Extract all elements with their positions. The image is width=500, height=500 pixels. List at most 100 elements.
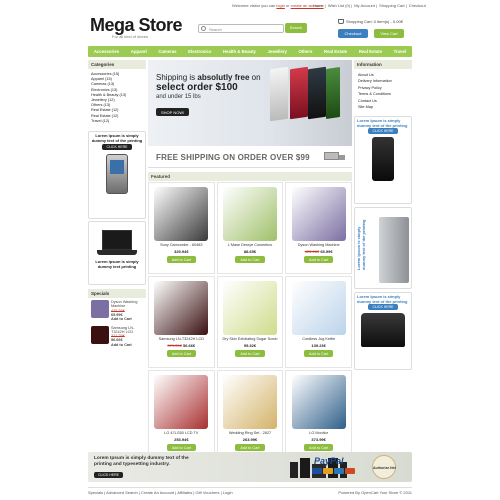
laptop-product-image [270,66,288,122]
nav-item-travel[interactable]: Travel [394,49,406,54]
add-to-cart-button[interactable]: Add to Cart [235,256,265,263]
search-button[interactable]: Search [285,23,307,33]
main-nav: Accessories Apparel Cameras Electronics … [88,46,412,57]
add-to-cart-button[interactable]: Add to Cart [166,350,196,357]
product-image[interactable] [154,375,209,429]
special-name[interactable]: Dyson Washing Machine [111,300,143,309]
product-price: 139.23€ [286,343,351,348]
login-link[interactable]: login [276,3,284,8]
new-price: 253.94€ [174,437,189,442]
store-logo[interactable]: Mega Store [90,15,183,36]
free-shipping-bar: FREE SHIPPING ON ORDER OVER $99 [148,146,352,168]
click-here-button[interactable]: CLICK HERE [368,128,398,135]
old-price: 425.26€ [304,249,320,254]
laptop-product-image [326,67,340,119]
nav-item-accessories[interactable]: Accessories [94,49,119,54]
amex-card-icon [334,468,344,474]
product-name[interactable]: Wedding Ring Set - 2627 [218,431,283,436]
footer-links: Specials | Advanced Search | Create An A… [88,490,233,495]
add-to-cart-link[interactable]: Add to Cart [111,317,143,321]
nav-item-others[interactable]: Others [299,49,313,54]
product-image[interactable] [291,187,346,241]
click-here-button[interactable]: CLICK HERE [368,304,398,311]
nav-item-jewellery[interactable]: Jewellery [268,49,287,54]
add-to-cart-button[interactable]: Add to Cart [304,256,334,263]
product-image[interactable] [222,281,277,335]
product-name[interactable]: L'Mase Desrye Cosmetics [218,243,283,248]
click-here-button[interactable]: CLICK HERE [102,144,132,151]
add-to-cart-button[interactable]: Add to Cart [304,350,334,357]
product-name[interactable]: Dry Skin Exfoliating Sugar Scrub [218,337,283,342]
promo-iphone[interactable]: Lorem Ipsum is simply dummy text of the … [354,116,412,205]
add-to-cart-button[interactable]: Add to Cart [166,444,196,451]
category-item[interactable]: Travel (12) [91,119,143,124]
cart-icon [338,19,344,24]
nav-item-apparel[interactable]: Apparel [131,49,147,54]
product-price: 263.99€ [218,437,283,442]
console-image [361,313,405,348]
footer-link-login[interactable]: Login [223,490,233,495]
add-to-cart-button[interactable]: Add to Cart [235,444,265,451]
footer-link-gift-vouchers[interactable]: Gift Vouchers [196,490,220,495]
product-price: 425.26€ 65.99€ [286,249,351,254]
view-cart-button[interactable]: View Cart [374,29,404,38]
new-price: 65.99€ [320,249,333,254]
shopping-cart-link[interactable]: Shopping Cart [379,3,405,8]
product-image[interactable] [291,375,346,429]
bottom-banner[interactable]: Lorem Ipsum is simply dummy text of the … [88,452,412,482]
product-name[interactable]: Dyson Washing Machine [286,243,351,248]
promo-laptop[interactable]: Lorem Ipsum is simply dummy text printin… [88,221,146,286]
product-thumbnail[interactable] [91,325,109,344]
product-image[interactable] [154,281,209,335]
wishlist-link[interactable]: Wish List (0) [328,3,350,8]
discover-card-icon [345,468,355,474]
product-thumbnail[interactable] [91,300,109,319]
product-card: Dyson Washing Machine 425.26€ 65.99€ Add t… [285,182,352,274]
bottom-banner-text: Lorem Ipsum is simply dummy text of the … [94,456,189,467]
store-tagline: For all kind of stores [112,34,149,39]
shop-now-button[interactable]: SHOP NOW! [156,108,190,116]
product-image[interactable] [291,281,346,335]
product-name[interactable]: Cordless Jug Kettle [286,337,351,342]
nav-item-health-beauty[interactable]: Health & Beauty [223,49,256,54]
footer-link-affiliates[interactable]: Affiliates [177,490,192,495]
promo-console[interactable]: Lorem Ipsum is simply dummy text of the … [354,292,412,371]
hero-banner[interactable]: Shipping is absolutly free on select ord… [148,60,352,146]
nav-item-electronics[interactable]: Electronics [188,49,211,54]
product-image[interactable] [154,187,209,241]
product-name[interactable]: Sony Camcorder - 60483 [149,243,214,248]
home-link[interactable]: Home [313,3,324,8]
product-image[interactable] [222,187,277,241]
checkout-link[interactable]: Checkout [409,3,426,8]
nav-item-real-estate[interactable]: Real Estate [324,49,347,54]
add-to-cart-button[interactable]: Add to Cart [166,256,196,263]
special-item[interactable]: Samsung LN-T3242H LCD 371.25€ 56.66€ Add… [88,324,146,349]
my-account-link[interactable]: My Account [354,3,375,8]
nav-item-cameras[interactable]: Cameras [158,49,176,54]
nav-item-real-estate-2[interactable]: Real Estate [359,49,382,54]
add-to-cart-button[interactable]: Add to Cart [235,350,265,357]
search-icon [201,26,206,31]
footer-link-specials[interactable]: Specials [88,490,103,495]
footer-link-advanced-search[interactable]: Advanced Search [106,490,138,495]
checkout-button[interactable]: Checkout [338,29,368,38]
promo-pc[interactable]: Lorem Ipsum is simply dummy text of the … [354,207,412,290]
product-price: 371.25€ 56.66€ [149,343,214,348]
product-name[interactable]: LG 47LG50 LCD TV [149,431,214,436]
promo-phone[interactable]: Lorem Ipsum is simply dummy text of the … [88,131,146,220]
special-name[interactable]: Samsung LN-T3242H LCD [111,326,143,335]
search-input[interactable]: Search [198,24,284,33]
top-links: Home| Wish List (0)| My Account| Shoppin… [313,3,426,8]
special-item[interactable]: Dyson Washing Machine 425.26€ 65.99€ Add… [88,298,146,323]
information-heading: Information [354,60,412,69]
laptop-product-image [308,66,326,120]
bottom-click-here-button[interactable]: CLICK HERE [94,472,124,478]
product-name[interactable]: LG Monitor [286,431,351,436]
add-to-cart-link[interactable]: Add to Cart [111,343,143,347]
product-image[interactable] [222,375,277,429]
laptop-base [97,250,137,256]
add-to-cart-button[interactable]: Add to Cart [304,444,334,451]
info-link[interactable]: Site Map [358,104,408,110]
product-name[interactable]: Samsung LN-T3242H LCD [149,337,214,342]
footer-link-create-account[interactable]: Create An Account [141,490,174,495]
